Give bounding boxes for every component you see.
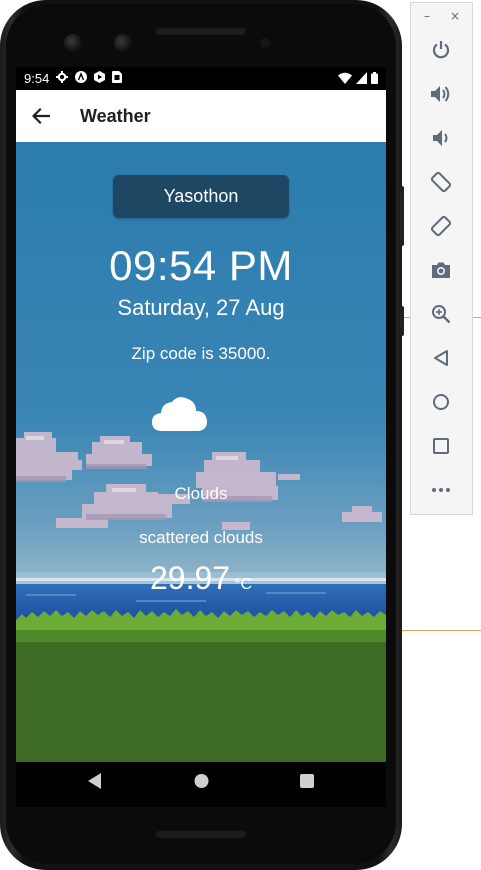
volume-down-button[interactable] <box>427 124 455 152</box>
battery-icon <box>371 72 378 87</box>
back-button[interactable] <box>16 90 66 142</box>
city-button[interactable]: Yasothon <box>113 175 289 218</box>
app-bar: Weather <box>16 90 386 142</box>
earpiece-speaker <box>155 26 247 35</box>
wifi-icon <box>338 72 352 87</box>
app-notification-icon <box>75 71 88 86</box>
rotate-right-icon <box>430 215 452 237</box>
screenshot-button[interactable] <box>427 256 455 284</box>
pixel-landscape-background <box>16 142 386 762</box>
rotate-left-icon <box>430 171 452 193</box>
current-time: 09:54 PM <box>109 242 293 289</box>
bottom-speaker <box>155 829 247 838</box>
back-icon <box>434 350 448 366</box>
zip-code-text: Zip code is 35000. <box>131 344 271 363</box>
power-side-button[interactable] <box>400 186 404 246</box>
signal-icon <box>356 72 367 87</box>
overview-toolbar-button[interactable] <box>427 432 455 460</box>
weather-description: scattered clouds <box>139 528 263 547</box>
power-icon <box>432 41 450 59</box>
front-camera <box>64 34 82 52</box>
status-bar: 9:54 <box>16 67 386 90</box>
volume-side-button[interactable] <box>400 306 404 336</box>
power-button[interactable] <box>427 36 455 64</box>
sim-card-icon <box>112 71 123 86</box>
rotate-left-button[interactable] <box>427 168 455 196</box>
back-toolbar-button[interactable] <box>427 344 455 372</box>
play-protect-icon <box>94 71 106 86</box>
nav-overview-button[interactable] <box>300 773 314 793</box>
more-icon <box>432 488 450 492</box>
nav-back-button[interactable] <box>88 773 102 793</box>
cloud-icon <box>152 397 207 431</box>
temperature: 29.97 °C <box>16 560 386 597</box>
minimize-button[interactable]: – <box>424 9 430 23</box>
nav-home-icon <box>194 774 209 788</box>
zoom-icon <box>432 305 451 324</box>
temperature-value: 29.97 <box>149 560 231 596</box>
settings-icon <box>56 71 69 86</box>
screen: 9:54 Weather Yasothon 09:54 PM Saturday,… <box>16 67 386 807</box>
emulator-toolbar: – × <box>410 2 473 515</box>
more-button[interactable] <box>427 476 455 504</box>
weather-condition: Clouds <box>174 484 228 503</box>
current-date: Saturday, 27 Aug <box>117 295 285 320</box>
zoom-button[interactable] <box>427 300 455 328</box>
home-toolbar-button[interactable] <box>427 388 455 416</box>
nav-home-button[interactable] <box>194 773 209 793</box>
volume-up-icon <box>431 86 450 102</box>
weather-content: Yasothon 09:54 PM Saturday, 27 Aug Zip c… <box>16 142 386 762</box>
close-button[interactable]: × <box>450 9 460 23</box>
arrow-back-icon <box>32 108 50 124</box>
phone-frame: 9:54 Weather Yasothon 09:54 PM Saturday,… <box>0 0 404 870</box>
nav-overview-icon <box>300 774 314 788</box>
proximity-sensor <box>260 38 270 48</box>
camera-icon <box>432 262 450 278</box>
rotate-right-button[interactable] <box>427 212 455 240</box>
volume-up-button[interactable] <box>427 80 455 108</box>
guide-line <box>402 630 481 631</box>
temperature-unit: °C <box>234 576 253 593</box>
navigation-bar <box>16 762 386 807</box>
overview-icon <box>433 438 449 454</box>
status-right <box>338 72 378 87</box>
status-time: 9:54 <box>24 71 50 86</box>
page-title: Weather <box>80 105 151 126</box>
volume-down-icon <box>433 130 448 146</box>
front-sensor <box>114 34 132 52</box>
toolbar-window-controls: – × <box>411 7 472 25</box>
home-icon <box>433 394 449 410</box>
nav-back-icon <box>88 773 101 789</box>
